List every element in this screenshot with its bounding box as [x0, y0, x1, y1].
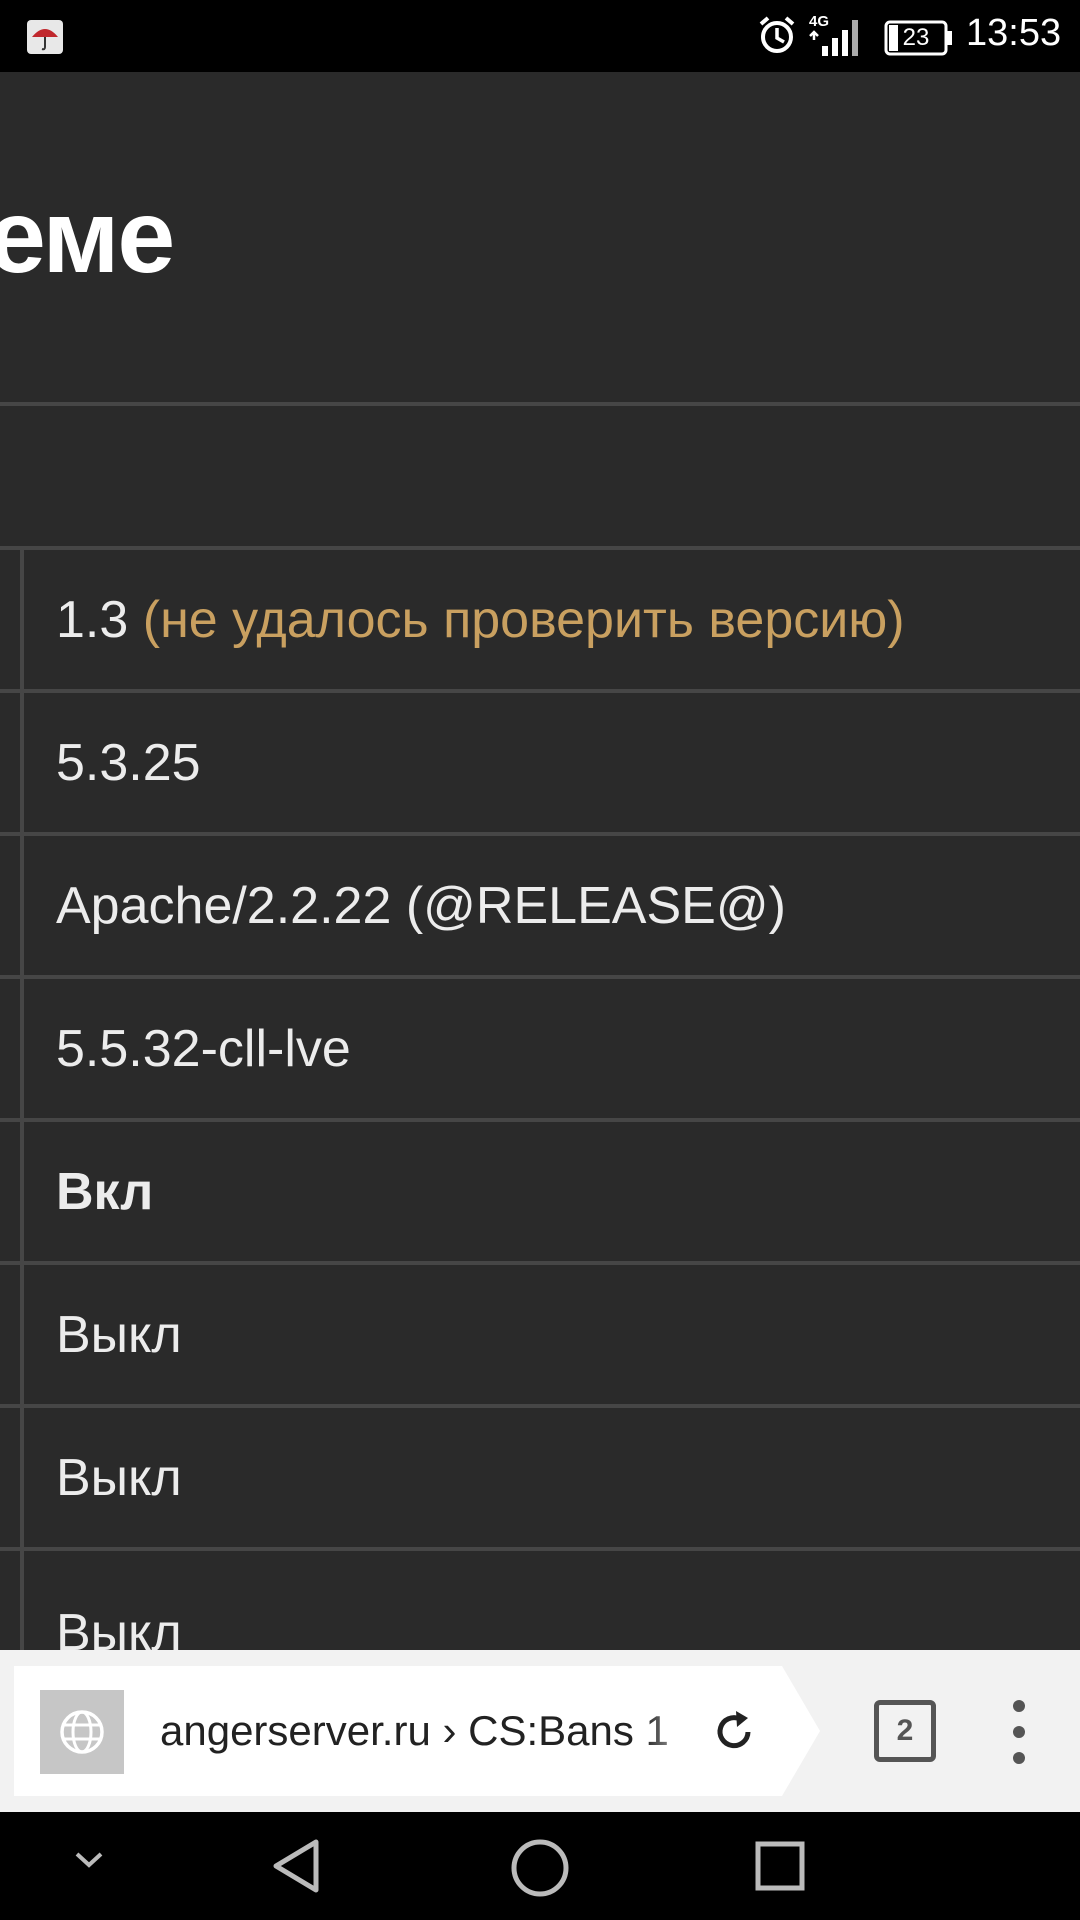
clock: 13:53 — [966, 12, 1062, 54]
page-heading: еме — [0, 179, 175, 295]
table-row: Выкл — [0, 1547, 1080, 1650]
umbrella-app-icon — [27, 20, 63, 54]
globe-icon — [60, 1710, 104, 1754]
system-info-table: 1.3 (не удалось проверить версию) 5.3.25… — [0, 546, 1080, 1650]
cell-border — [20, 1408, 24, 1547]
cell-border — [20, 1551, 24, 1650]
page-content: еме 1.3 (не удалось проверить версию) 5.… — [0, 72, 1080, 1650]
overflow-menu-icon[interactable] — [1004, 1698, 1034, 1766]
status-bar: 4G 23 13:53 — [0, 0, 1080, 72]
home-icon[interactable] — [510, 1838, 570, 1898]
table-cell-value: Выкл — [56, 1305, 182, 1364]
hide-keyboard-icon[interactable] — [74, 1850, 104, 1870]
table-cell-value: 1.3 (не удалось проверить версию) — [56, 550, 905, 689]
table-cell-value: Вкл — [56, 1162, 154, 1221]
table-row: Apache/2.2.22 (@RELEASE@) — [0, 832, 1080, 975]
signal-icon: 4G — [809, 13, 858, 56]
site-icon[interactable] — [40, 1690, 124, 1774]
table-cell-value: Выкл — [56, 1603, 182, 1651]
url-fade — [644, 1686, 704, 1776]
battery-level: 23 — [902, 24, 930, 51]
reload-icon[interactable] — [710, 1706, 760, 1756]
table-row: Выкл — [0, 1404, 1080, 1547]
version-warning: (не удалось проверить версию) — [142, 590, 905, 649]
table-cell-value: 5.3.25 — [56, 733, 201, 792]
recents-icon[interactable] — [754, 1840, 806, 1892]
table-cell-value: Выкл — [56, 1448, 182, 1507]
url-text[interactable]: angerserver.ru › CS:Bans 1 — [160, 1666, 696, 1796]
table-row: Выкл — [0, 1261, 1080, 1404]
cell-border — [20, 550, 24, 689]
cell-border — [20, 1265, 24, 1404]
browser-toolbar: angerserver.ru › CS:Bans 1 2 — [0, 1650, 1080, 1812]
table-cell-value: Apache/2.2.22 (@RELEASE@) — [56, 876, 786, 935]
table-row: 5.3.25 — [0, 689, 1080, 832]
navigation-bar — [0, 1812, 1080, 1920]
url-bar[interactable]: angerserver.ru › CS:Bans 1 — [14, 1666, 820, 1796]
cell-border — [20, 836, 24, 975]
network-type-label: 4G — [809, 13, 829, 30]
table-row: Вкл — [0, 1118, 1080, 1261]
cell-border — [20, 693, 24, 832]
cell-border — [20, 1122, 24, 1261]
back-icon[interactable] — [270, 1838, 326, 1894]
tabs-button[interactable]: 2 — [874, 1700, 936, 1762]
table-cell-value: 5.5.32-cll-lve — [56, 1019, 351, 1078]
table-row: 1.3 (не удалось проверить версию) — [0, 546, 1080, 689]
version-value: 1.3 — [56, 590, 129, 649]
alarm-icon — [759, 16, 795, 53]
cell-border — [20, 979, 24, 1118]
divider — [0, 402, 1080, 406]
table-row: 5.5.32-cll-lve — [0, 975, 1080, 1118]
